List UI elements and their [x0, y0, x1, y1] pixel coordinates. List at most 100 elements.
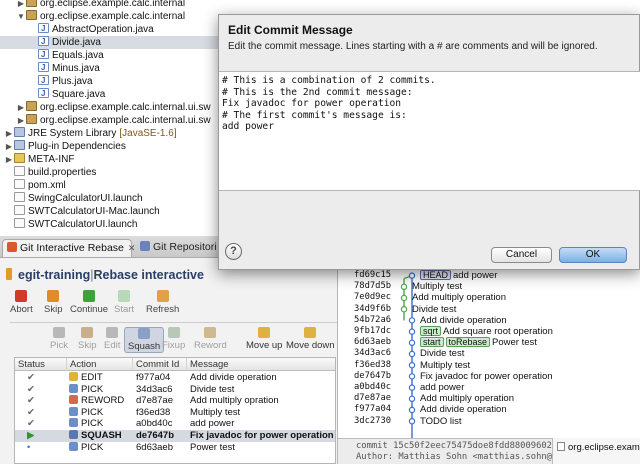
tree-item[interactable]: ▶ org.eclipse.example.calc.internal.ui.sw	[0, 114, 211, 127]
tree-item[interactable]: ▶ org.eclipse.example.calc.internal	[0, 0, 185, 10]
history-row[interactable]: 7e0d9ec Add multiply operation	[338, 292, 640, 303]
tree-item[interactable]: ▼ org.eclipse.example.calc.internal	[0, 10, 185, 23]
table-row[interactable]: ✔ PICK f36ed38 Multiply test	[15, 406, 335, 419]
tree-item[interactable]: build.properties	[0, 166, 96, 179]
current-arrow-icon: ▶	[27, 430, 35, 441]
history-message-text: Divide test	[420, 348, 465, 360]
collapsed-arrow-icon[interactable]: ▶	[16, 0, 26, 10]
tree-item[interactable]: ▶ org.eclipse.example.calc.internal.ui.sw	[0, 101, 211, 114]
collapsed-arrow-icon[interactable]: ▶	[4, 127, 14, 140]
history-commit-id: 54b72a6	[354, 314, 392, 325]
step-message: Add divide operation	[190, 372, 277, 383]
tree-item[interactable]: SwingCalculatorUI.launch	[0, 192, 143, 205]
tree-item[interactable]: ▶ Plug-in Dependencies	[0, 140, 126, 153]
edit-icon	[106, 327, 119, 338]
history-message: start toRebase Power test	[420, 337, 537, 348]
ref-badge: toRebase	[445, 337, 491, 348]
expanded-arrow-icon[interactable]: ▼	[16, 10, 26, 23]
tree-item[interactable]: pom.xml	[0, 179, 66, 192]
step-action-label: REWORD	[81, 395, 125, 407]
tree-item[interactable]: Equals.java	[0, 48, 104, 62]
continue-button[interactable]: Continue	[70, 290, 108, 315]
skip-label: Skip	[78, 340, 97, 351]
history-row[interactable]: f977a04 Add divide operation	[338, 404, 640, 415]
column-header-message[interactable]: Message	[187, 358, 335, 371]
history-message: HEAD add power	[420, 270, 497, 281]
history-row[interactable]: 54b72a6 Add divide operation	[338, 315, 640, 326]
cancel-button[interactable]: Cancel	[491, 247, 552, 263]
pick-icon	[69, 383, 78, 393]
move-up-button[interactable]: Move up	[246, 327, 282, 351]
column-header-commit-id[interactable]: Commit Id	[133, 358, 187, 371]
help-button[interactable]: ?	[225, 243, 242, 260]
collapsed-arrow-icon[interactable]: ▶	[16, 114, 26, 127]
history-message-text: Multiply test	[420, 359, 471, 371]
tab-git-interactive-rebase[interactable]: Git Interactive Rebase ✕	[2, 239, 135, 257]
tree-item[interactable]: ▶ META-INF	[0, 153, 74, 166]
collapsed-arrow-icon[interactable]: ▶	[16, 101, 26, 114]
history-row[interactable]: 6d63aeb start toRebase Power test	[338, 337, 640, 348]
tree-item[interactable]: Divide.java	[0, 35, 245, 49]
table-row[interactable]: ▶ SQUASH de7647b Fix javadoc for power oper…	[15, 430, 335, 442]
history-message: Divide test	[420, 348, 464, 359]
tree-item-label: Plus.java	[52, 76, 93, 87]
table-row[interactable]: ✔ PICK 34d3ac6 Divide test	[15, 383, 335, 396]
column-header-status[interactable]: Status	[15, 358, 67, 371]
history-message-text: Fix javadoc for power operation	[420, 370, 553, 382]
table-row[interactable]: • PICK 6d63aeb Power test	[15, 441, 335, 454]
pick-button: Pick	[50, 327, 68, 351]
table-row[interactable]: ✔ REWORD d7e87ae Add multiply opration	[15, 395, 335, 407]
history-row[interactable]: 9fb17dc sqrt Add square root operation	[338, 326, 640, 337]
tree-item[interactable]: SWTCalculatorUI.launch	[0, 218, 137, 231]
history-message-text: Add multiply operation	[420, 393, 514, 405]
done-check-icon: ✔	[27, 418, 35, 430]
skip-label: Skip	[44, 304, 63, 315]
history-commit-id: 7e0d9ec	[354, 292, 392, 303]
history-commit-id: 34d3ac6	[354, 348, 392, 359]
history-row[interactable]: de7647b Fix javadoc for power operation	[338, 371, 640, 382]
ref-badge: start	[420, 337, 444, 348]
history-row[interactable]: a0bd40c add power	[338, 382, 640, 393]
history-row[interactable]: f36ed38 Multiply test	[338, 360, 640, 371]
edit-commit-message-dialog: Edit Commit Message Edit the commit mess…	[218, 14, 640, 270]
tree-item-label: JRE System Library	[28, 128, 117, 139]
close-icon[interactable]: ✕	[128, 243, 136, 253]
tree-item[interactable]: Minus.java	[0, 61, 100, 75]
ok-button[interactable]: OK	[559, 247, 627, 263]
table-row[interactable]: ✔ PICK a0bd40c add power	[15, 418, 335, 430]
commit-message-editor[interactable]: # This is a combination of 2 commits. # …	[219, 71, 640, 191]
tree-item[interactable]: AbstractOperation.java	[0, 22, 154, 36]
abort-button[interactable]: Abort	[10, 290, 33, 315]
table-row[interactable]: ✔ EDIT f977a04 Add divide operation	[15, 372, 335, 384]
editor-tab[interactable]: org.eclipse.exam	[552, 438, 640, 464]
tree-item[interactable]: Plus.java	[0, 74, 93, 88]
folder-icon	[14, 153, 25, 163]
history-row[interactable]: 34d3ac6 Divide test	[338, 348, 640, 359]
squash-button[interactable]: Squash	[124, 327, 165, 353]
history-commit-graph[interactable]: fd69c15 HEAD add power 78d7d5b Multiply test…	[338, 270, 640, 464]
refresh-button[interactable]: Refresh	[146, 290, 179, 315]
tree-item[interactable]: ▶ JRE System Library [JavaSE-1.6]	[0, 127, 177, 140]
history-message-text: Add multiply operation	[412, 292, 506, 304]
tree-item-label: Plug-in Dependencies	[28, 141, 126, 152]
move-down-button[interactable]: Move down	[286, 327, 335, 351]
collapsed-arrow-icon[interactable]: ▶	[4, 140, 14, 153]
squash-label: Squash	[128, 341, 161, 352]
done-check-icon: ✔	[27, 395, 35, 407]
skip-button[interactable]: Skip	[44, 290, 62, 315]
collapsed-arrow-icon[interactable]: ▶	[4, 153, 14, 166]
step-action-label: PICK	[81, 383, 104, 395]
tree-item[interactable]: Square.java	[0, 87, 105, 101]
history-row[interactable]: 34d9f6b Divide test	[338, 304, 640, 315]
history-row[interactable]: 78d7d5b Multiply test	[338, 281, 640, 292]
step-action: REWORD	[69, 395, 124, 407]
history-row[interactable]: d7e87ae Add multiply operation	[338, 393, 640, 404]
history-row[interactable]: 3dc2730 TODO list	[338, 416, 640, 427]
tree-item-label: Minus.java	[52, 63, 100, 74]
rebase-steps-table[interactable]: Status Action Commit Id Message ✔ EDIT f97…	[14, 357, 336, 464]
column-header-action[interactable]: Action	[67, 358, 133, 371]
step-commit-id: 34d3ac6	[136, 383, 173, 395]
tree-item[interactable]: SWTCalculatorUI-Mac.launch	[0, 205, 160, 218]
history-row[interactable]: fd69c15 HEAD add power	[338, 270, 640, 281]
step-action: EDIT	[69, 372, 103, 384]
